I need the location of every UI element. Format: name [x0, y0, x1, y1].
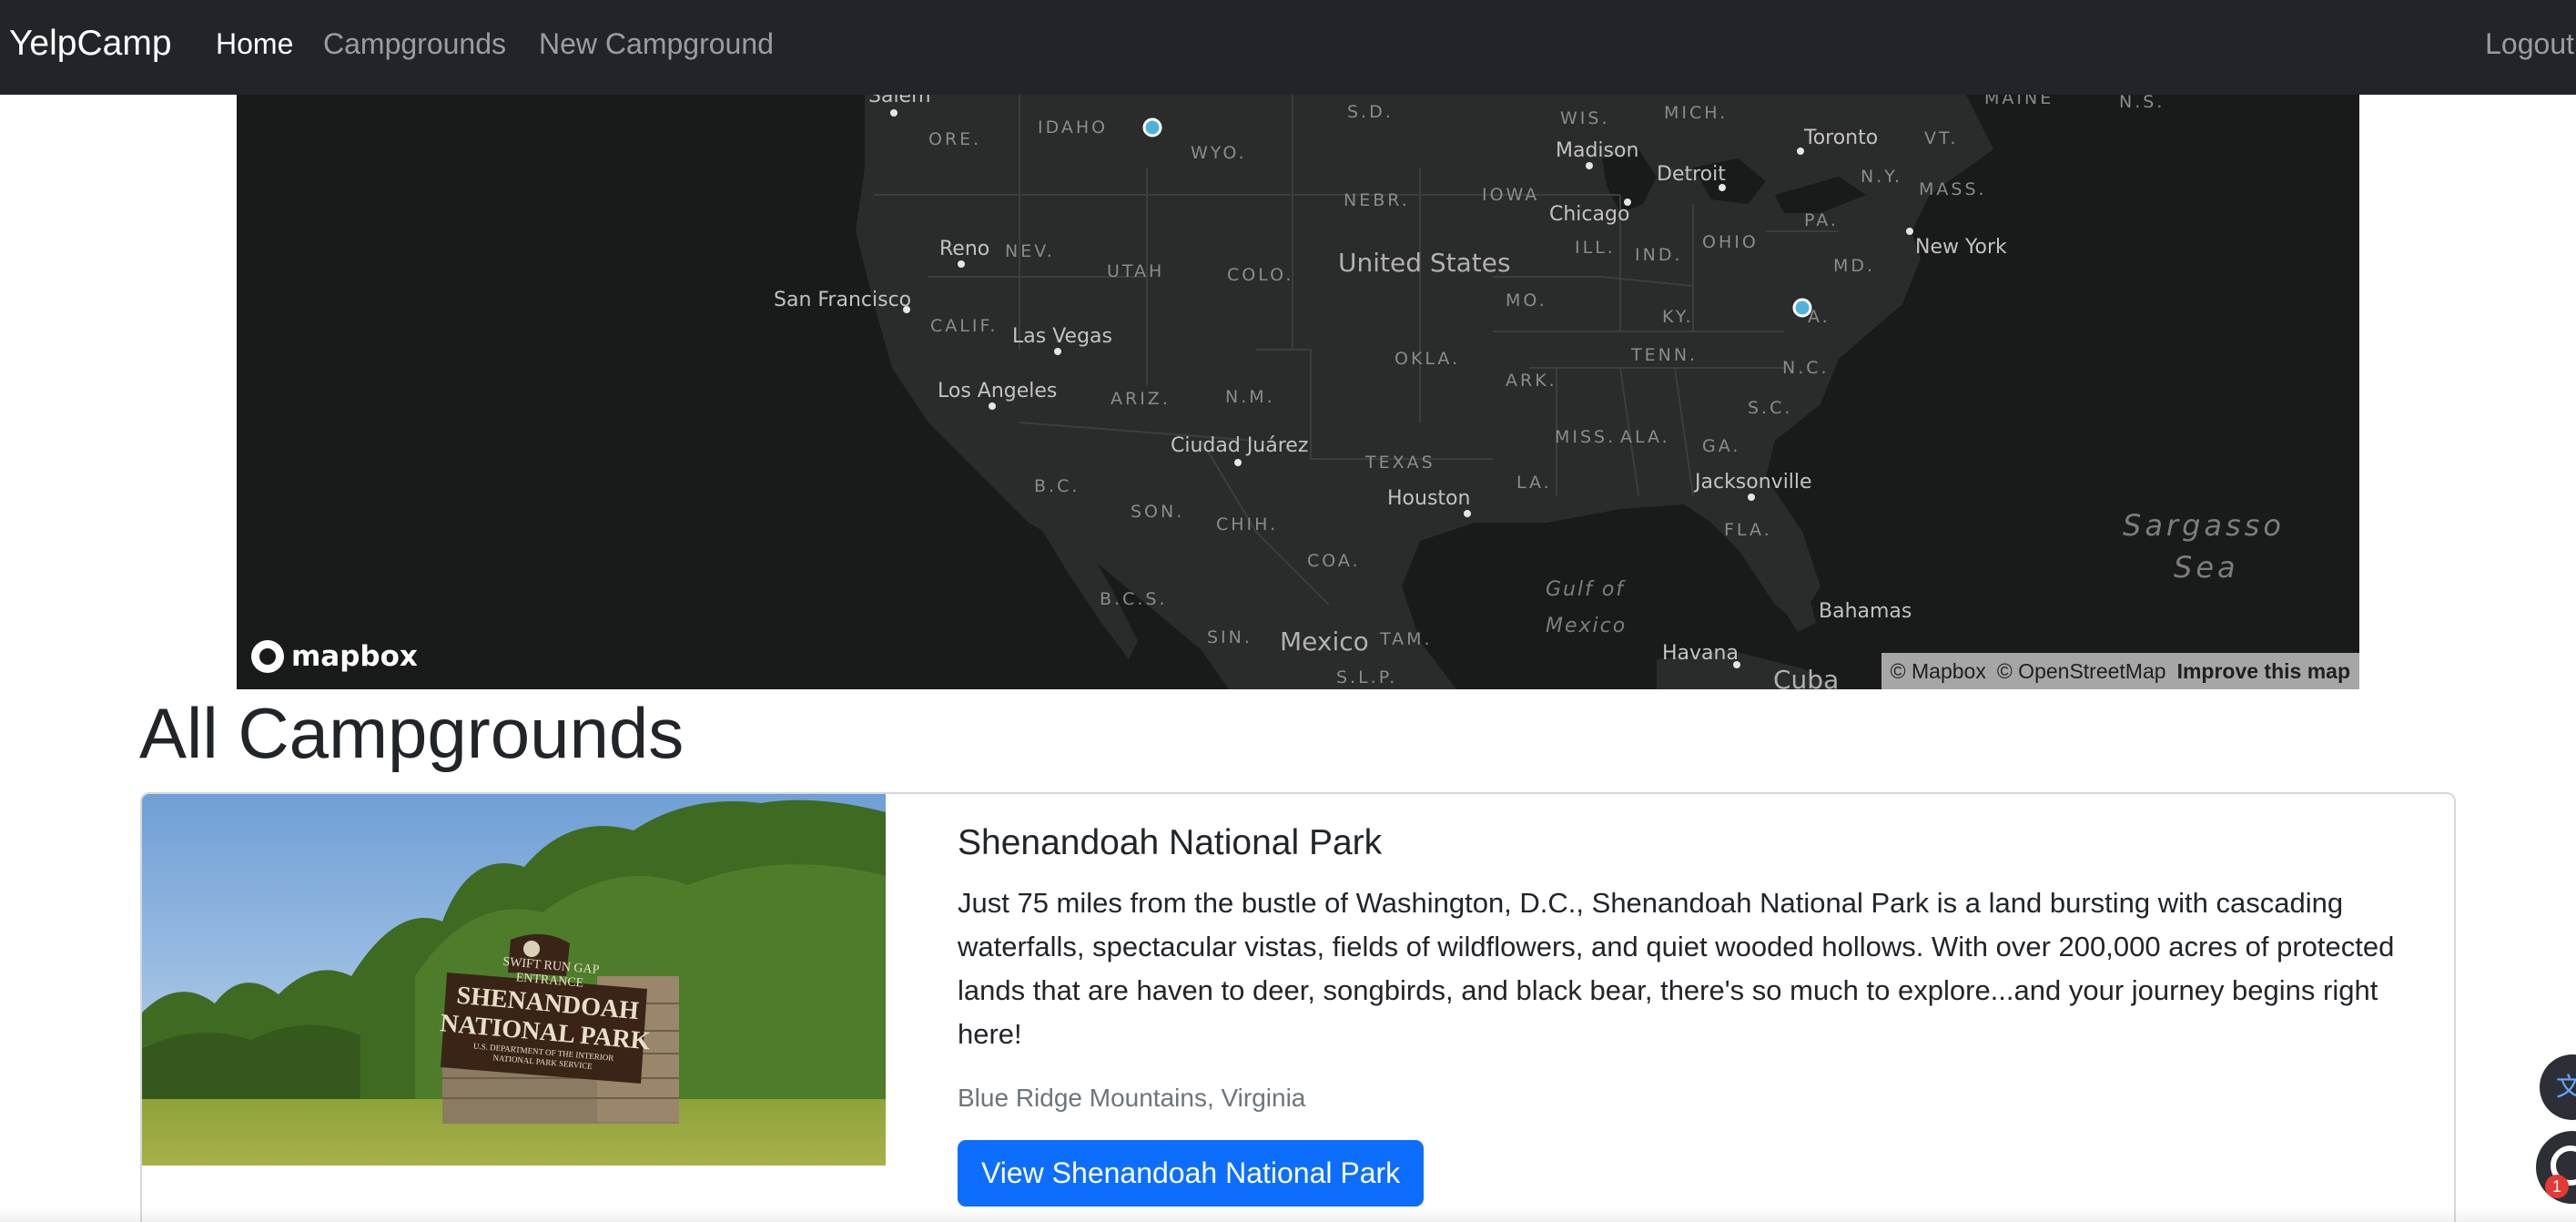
map-label-sd: S.D. — [1347, 102, 1394, 122]
map-label-mo: MO. — [1506, 290, 1547, 311]
campground-location: Blue Ridge Mountains, Virginia — [958, 1084, 1306, 1112]
campground-description: Just 75 miles from the bustle of Washing… — [958, 887, 2395, 1050]
map-label-md: MD. — [1833, 256, 1875, 276]
map-label-vt: VT. — [1924, 128, 1958, 148]
translate-extension-button[interactable]: 文 — [2540, 1054, 2576, 1120]
campground-card: SWIFT RUN GAP ENTRANCE SHENANDOAH NATION… — [140, 792, 2456, 1222]
map-label-ga: GA. — [1702, 436, 1740, 456]
map-label-sin: SIN. — [1207, 627, 1253, 647]
nav-link-home[interactable]: Home — [216, 27, 293, 61]
campground-card-body: Shenandoah National Park Just 75 miles f… — [958, 823, 2432, 1207]
map-label-iowa: IOWA — [1482, 185, 1539, 205]
map-label-ind: IND. — [1635, 245, 1683, 265]
mapbox-logo-text: mapbox — [291, 640, 418, 673]
page-title: All Campgrounds — [139, 693, 685, 773]
logout-link[interactable]: Logout — [2485, 27, 2574, 61]
brand-link[interactable]: YelpCamp — [9, 24, 172, 64]
map-label-salem: Salem — [868, 95, 931, 107]
assistant-extension-button[interactable]: 1 — [2536, 1131, 2576, 1204]
map-label-ky: KY. — [1662, 307, 1694, 327]
map-label-wis: WIS. — [1560, 108, 1610, 128]
campground-image: SWIFT RUN GAP ENTRANCE SHENANDOAH NATION… — [142, 794, 886, 1166]
map-label-nebr: NEBR. — [1344, 190, 1410, 210]
map-label-sea: Sea — [2174, 550, 2239, 585]
map-label-ore: ORE. — [928, 129, 981, 149]
map-label-calif: CALIF. — [930, 316, 998, 336]
map-label-son: SON. — [1131, 502, 1184, 522]
map-label-chih: CHIH. — [1216, 514, 1278, 535]
map-label-mich: MICH. — [1664, 103, 1728, 123]
map-label-ark: ARK. — [1506, 371, 1557, 391]
map-label-las-vegas: Las Vegas — [1012, 325, 1112, 348]
map-label-slp: S.L.P. — [1336, 667, 1397, 687]
attribution-osm-link[interactable]: © OpenStreetMap — [1997, 659, 2166, 684]
map-label-ala: ALA. — [1620, 427, 1670, 447]
map-label-idaho: IDAHO — [1038, 117, 1108, 137]
campground-photo: SWIFT RUN GAP ENTRANCE SHENANDOAH NATION… — [142, 794, 886, 1166]
map-label-chicago: Chicago — [1549, 203, 1629, 226]
map-label-texas: TEXAS — [1364, 453, 1435, 473]
map-label-mass: MASS. — [1919, 179, 1987, 199]
mapbox-logo[interactable]: mapbox — [251, 638, 418, 675]
map-label-sargasso: Sargasso — [2123, 508, 2285, 543]
campground-marker[interactable] — [1142, 117, 1162, 137]
map-label-maine: MAINE — [1984, 95, 2054, 108]
map-label-gulf-of: Gulf of — [1546, 578, 1626, 601]
map-label-tenn: TENN. — [1630, 345, 1698, 365]
map-label-ny: N.Y. — [1861, 167, 1902, 187]
map-label-united-states: United States — [1338, 248, 1511, 278]
attribution-mapbox-link[interactable]: © Mapbox — [1891, 659, 1986, 684]
map-canvas[interactable]: Salem IDAHO ORE. WYO. S.D. WIS. MICH. MA… — [237, 95, 2359, 689]
map-label-pa: PA. — [1804, 210, 1839, 230]
map-label-toronto: Toronto — [1803, 127, 1878, 149]
map-label-ns: N.S. — [2119, 95, 2165, 112]
cluster-map[interactable]: Salem IDAHO ORE. WYO. S.D. WIS. MICH. MA… — [237, 95, 2359, 689]
map-label-jacksonville: Jacksonville — [1693, 471, 1812, 494]
translate-icon: 文 — [2556, 1073, 2576, 1101]
page-fold-shadow — [0, 1207, 2576, 1222]
map-label-nc: N.C. — [1782, 358, 1830, 378]
map-label-wyo: WYO. — [1191, 143, 1247, 163]
campground-title: Shenandoah National Park — [958, 823, 1383, 862]
map-label-houston: Houston — [1387, 487, 1470, 510]
map-attribution: © Mapbox © OpenStreetMap Improve this ma… — [1881, 653, 2359, 689]
map-label-mexico: Mexico — [1280, 626, 1369, 657]
map-label-detroit: Detroit — [1657, 163, 1726, 186]
map-label-cuba: Cuba — [1773, 665, 1839, 689]
map-label-reno: Reno — [939, 238, 989, 260]
campground-marker[interactable] — [1792, 298, 1812, 318]
map-label-tam: TAM. — [1379, 629, 1433, 649]
nav-link-campgrounds[interactable]: Campgrounds — [323, 27, 506, 61]
map-label-miss: MISS. — [1555, 427, 1616, 447]
map-label-los-angeles: Los Angeles — [938, 380, 1057, 402]
map-label-utah: UTAH — [1107, 261, 1164, 281]
map-label-sc: S.C. — [1748, 398, 1792, 418]
map-label-fla: FLA. — [1724, 520, 1772, 540]
map-label-colo: COLO. — [1227, 265, 1293, 285]
map-label-okla: OKLA. — [1394, 349, 1460, 369]
map-label-new-york: New York — [1915, 236, 2007, 259]
map-label-la: LA. — [1516, 473, 1552, 493]
map-label-san-francisco: San Francisco — [774, 289, 911, 311]
map-label-ill: ILL. — [1575, 238, 1616, 258]
map-label-nev: NEV. — [1005, 241, 1055, 261]
view-campground-button[interactable]: View Shenandoah National Park — [958, 1140, 1425, 1207]
nav-link-new-campground[interactable]: New Campground — [539, 27, 774, 61]
map-label-nm: N.M. — [1225, 387, 1275, 407]
navbar: YelpCamp Home Campgrounds New Campground… — [0, 0, 2576, 95]
mapbox-logo-icon — [251, 640, 284, 673]
map-label-havana: Havana — [1662, 642, 1739, 665]
map-label-ariz: ARIZ. — [1111, 389, 1171, 409]
map-label-ohio: OHIO — [1702, 232, 1759, 252]
map-label-madison: Madison — [1556, 139, 1638, 162]
map-label-gulf-mexico: Mexico — [1546, 615, 1627, 637]
map-label-ciudad-juarez: Ciudad Juárez — [1171, 434, 1308, 457]
map-label-bcs: B.C.S. — [1100, 589, 1167, 609]
map-label-bahamas: Bahamas — [1819, 600, 1912, 623]
improve-map-link[interactable]: Improve this map — [2177, 659, 2350, 684]
map-label-bc: B.C. — [1034, 476, 1080, 496]
map-label-coa: COA. — [1307, 551, 1361, 571]
notification-badge: 1 — [2545, 1175, 2569, 1198]
